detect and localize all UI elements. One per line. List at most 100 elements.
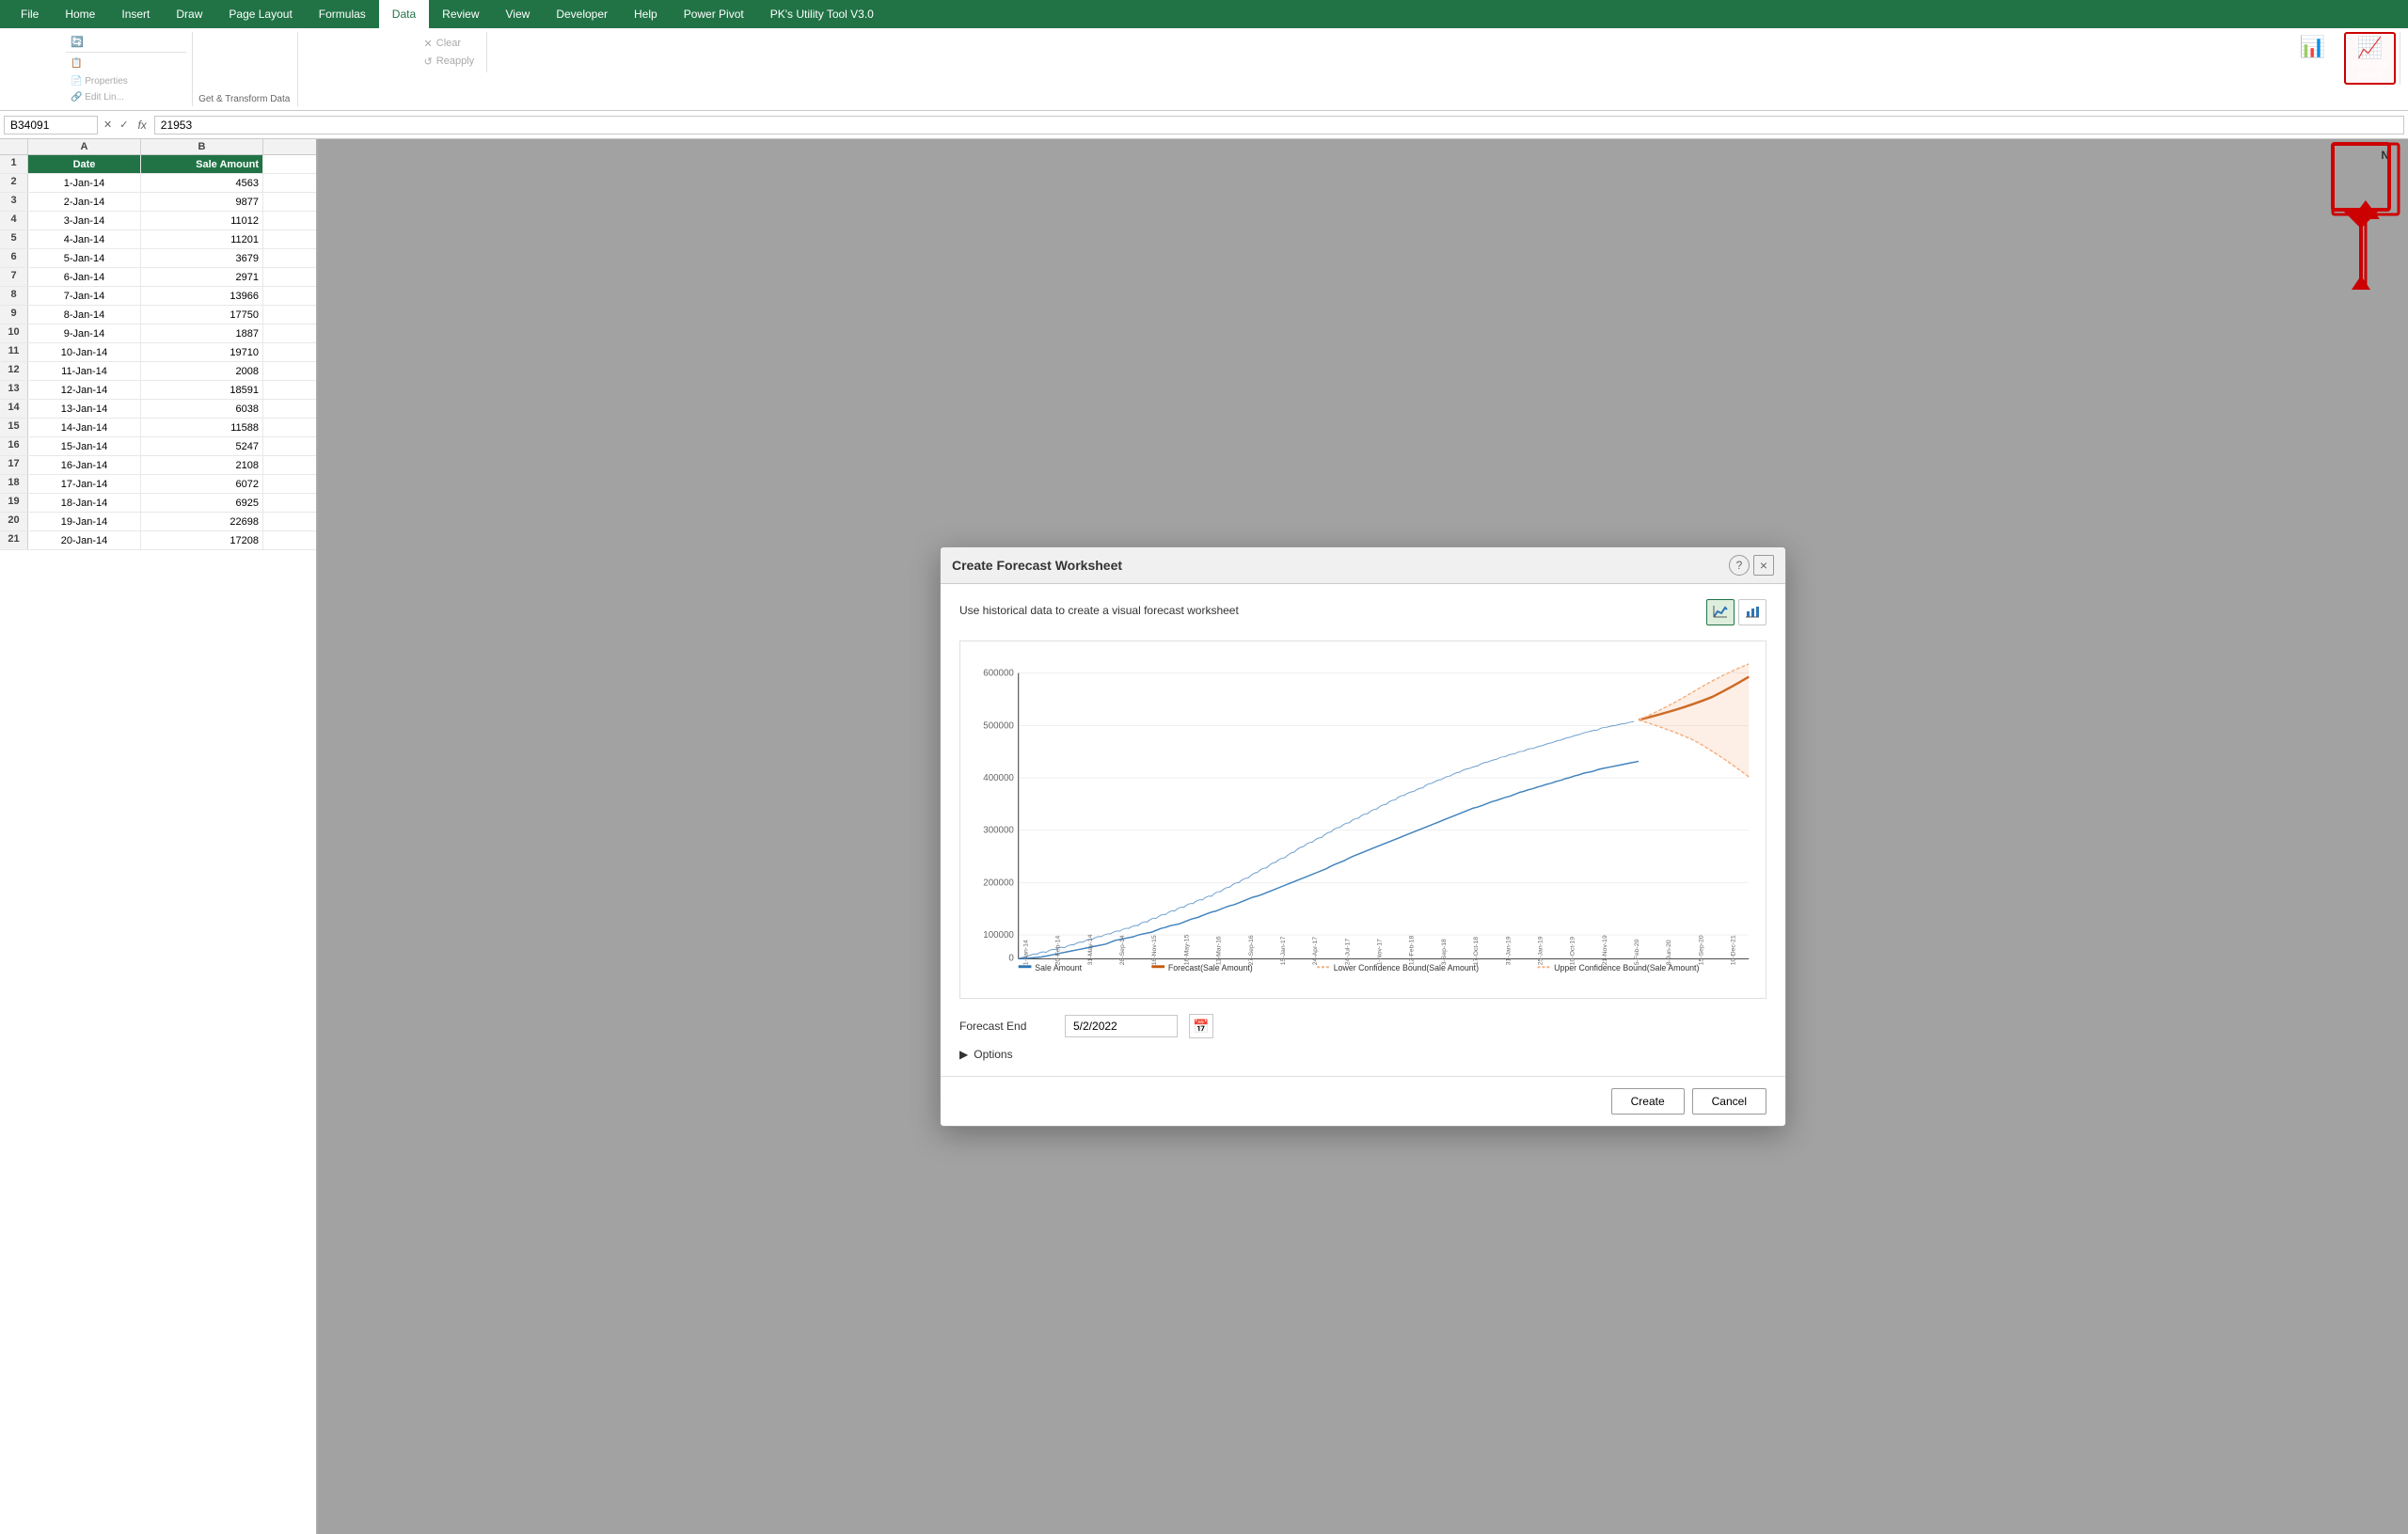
checkmark-icon: ✓ bbox=[119, 119, 128, 131]
calendar-button[interactable]: 📅 bbox=[1189, 1014, 1213, 1038]
sort-za-button[interactable]: ⬇⬆ Z↑A bbox=[308, 54, 355, 70]
row-number: 6 bbox=[0, 249, 28, 267]
date-cell[interactable]: 17-Jan-14 bbox=[28, 475, 141, 493]
amount-cell[interactable]: 5247 bbox=[141, 437, 263, 455]
line-chart-btn[interactable] bbox=[1706, 599, 1735, 625]
edit-links-button[interactable]: 🔗 Edit Lin... bbox=[66, 90, 186, 104]
tab-draw[interactable]: Draw bbox=[163, 0, 215, 28]
row-number: 19 bbox=[0, 494, 28, 512]
amount-cell[interactable]: 11201 bbox=[141, 230, 263, 248]
properties-button[interactable]: 📄 Properties bbox=[66, 74, 186, 88]
amount-cell[interactable]: 11588 bbox=[141, 419, 263, 436]
modal-close-button[interactable]: × bbox=[1753, 555, 1774, 576]
date-cell[interactable]: 7-Jan-14 bbox=[28, 287, 141, 305]
table-row: 16 15-Jan-14 5247 bbox=[0, 437, 316, 456]
date-cell[interactable]: 20-Jan-14 bbox=[28, 531, 141, 549]
tab-view[interactable]: View bbox=[493, 0, 544, 28]
bar-chart-btn[interactable] bbox=[1738, 599, 1766, 625]
svg-text:31-Jan-19: 31-Jan-19 bbox=[1505, 936, 1512, 965]
date-cell[interactable]: 15-Jan-14 bbox=[28, 437, 141, 455]
tab-home[interactable]: Home bbox=[52, 0, 108, 28]
date-cell[interactable]: 1-Jan-14 bbox=[28, 174, 141, 192]
date-cell[interactable]: 9-Jan-14 bbox=[28, 324, 141, 342]
amount-cell[interactable]: 13966 bbox=[141, 287, 263, 305]
amount-cell[interactable]: 2971 bbox=[141, 268, 263, 286]
date-cell[interactable]: 10-Jan-14 bbox=[28, 343, 141, 361]
date-cell[interactable]: 19-Jan-14 bbox=[28, 513, 141, 530]
svg-text:400000: 400000 bbox=[983, 773, 1014, 783]
options-row[interactable]: ▶ Options bbox=[959, 1048, 1766, 1061]
date-col-header[interactable]: Date bbox=[28, 155, 141, 173]
tab-formulas[interactable]: Formulas bbox=[306, 0, 379, 28]
date-cell[interactable]: 4-Jan-14 bbox=[28, 230, 141, 248]
amount-cell[interactable]: 17208 bbox=[141, 531, 263, 549]
forecast-end-row: Forecast End 📅 bbox=[959, 1014, 1766, 1038]
amount-cell[interactable]: 19710 bbox=[141, 343, 263, 361]
svg-text:16-Nov-15: 16-Nov-15 bbox=[1151, 935, 1158, 965]
tab-page-layout[interactable]: Page Layout bbox=[215, 0, 305, 28]
clear-button[interactable]: ✕ Clear bbox=[420, 36, 480, 52]
date-cell[interactable]: 6-Jan-14 bbox=[28, 268, 141, 286]
name-box[interactable] bbox=[4, 116, 98, 134]
svg-text:31-May-14: 31-May-14 bbox=[1087, 934, 1094, 965]
tab-power-pivot[interactable]: Power Pivot bbox=[671, 0, 757, 28]
date-cell[interactable]: 5-Jan-14 bbox=[28, 249, 141, 267]
date-cell[interactable]: 8-Jan-14 bbox=[28, 306, 141, 324]
get-data-button[interactable]: 🗄 GetData ▾ bbox=[11, 32, 64, 83]
tab-help[interactable]: Help bbox=[621, 0, 671, 28]
date-cell[interactable]: 11-Jan-14 bbox=[28, 362, 141, 380]
row-number: 1 bbox=[0, 155, 28, 173]
date-cell[interactable]: 12-Jan-14 bbox=[28, 381, 141, 399]
tab-review[interactable]: Review bbox=[429, 0, 492, 28]
refresh-all-button[interactable]: 🔄 Refresh All ▾ bbox=[66, 34, 186, 50]
queries-button[interactable]: 📋 Queries & Connections bbox=[66, 56, 186, 71]
tab-insert[interactable]: Insert bbox=[108, 0, 163, 28]
amount-cell[interactable]: 1887 bbox=[141, 324, 263, 342]
svg-text:600000: 600000 bbox=[983, 669, 1014, 679]
forecast-end-input[interactable] bbox=[1065, 1015, 1178, 1037]
formula-input[interactable] bbox=[154, 116, 2404, 134]
create-button[interactable]: Create bbox=[1611, 1088, 1685, 1115]
amount-cell[interactable]: 6072 bbox=[141, 475, 263, 493]
row-number: 16 bbox=[0, 437, 28, 455]
amount-cell[interactable]: 4563 bbox=[141, 174, 263, 192]
modal-body: Use historical data to create a visual f… bbox=[941, 584, 1785, 1076]
svg-text:1-Jan-14: 1-Jan-14 bbox=[1022, 940, 1029, 965]
date-cell[interactable]: 18-Jan-14 bbox=[28, 494, 141, 512]
tab-developer[interactable]: Developer bbox=[543, 0, 621, 28]
what-if-button[interactable]: 📊 What-IfAnalysis ▾ bbox=[2285, 32, 2340, 83]
svg-text:0: 0 bbox=[1008, 953, 1014, 963]
amount-cell[interactable]: 2108 bbox=[141, 456, 263, 474]
date-cell[interactable]: 16-Jan-14 bbox=[28, 456, 141, 474]
amount-col-header[interactable]: Sale Amount bbox=[141, 155, 263, 173]
group-forecast: 📊 What-IfAnalysis ▾ 📈 ForecastSheet bbox=[2281, 32, 2400, 85]
date-cell[interactable]: 14-Jan-14 bbox=[28, 419, 141, 436]
tab-data[interactable]: Data bbox=[379, 0, 429, 28]
amount-cell[interactable]: 18591 bbox=[141, 381, 263, 399]
row-number: 11 bbox=[0, 343, 28, 361]
table-row: 12 11-Jan-14 2008 bbox=[0, 362, 316, 381]
modal-help-button[interactable]: ? bbox=[1729, 555, 1750, 576]
forecast-sheet-button[interactable]: 📈 ForecastSheet bbox=[2344, 32, 2396, 85]
amount-cell[interactable]: 2008 bbox=[141, 362, 263, 380]
tab-pk-utility[interactable]: PK's Utility Tool V3.0 bbox=[757, 0, 887, 28]
cancel-button[interactable]: Cancel bbox=[1692, 1088, 1766, 1115]
svg-text:16-May-15: 16-May-15 bbox=[1183, 934, 1190, 965]
amount-cell[interactable]: 17750 bbox=[141, 306, 263, 324]
sort-az-button[interactable]: ⬆⬇ A↑Z bbox=[308, 36, 355, 52]
date-cell[interactable]: 2-Jan-14 bbox=[28, 193, 141, 211]
amount-cell[interactable]: 6925 bbox=[141, 494, 263, 512]
amount-cell[interactable]: 22698 bbox=[141, 513, 263, 530]
date-cell[interactable]: 3-Jan-14 bbox=[28, 212, 141, 229]
reapply-button[interactable]: ↺ Reapply bbox=[420, 54, 480, 70]
svg-text:Forecast(Sale Amount): Forecast(Sale Amount) bbox=[1168, 963, 1253, 973]
function-icon: ✕ bbox=[103, 119, 112, 131]
amount-cell[interactable]: 11012 bbox=[141, 212, 263, 229]
filter-button[interactable]: ▽ Filter bbox=[367, 32, 408, 72]
amount-cell[interactable]: 6038 bbox=[141, 400, 263, 418]
amount-cell[interactable]: 3679 bbox=[141, 249, 263, 267]
tab-file[interactable]: File bbox=[8, 0, 52, 28]
amount-cell[interactable]: 9877 bbox=[141, 193, 263, 211]
date-cell[interactable]: 13-Jan-14 bbox=[28, 400, 141, 418]
svg-text:100000: 100000 bbox=[983, 930, 1014, 941]
